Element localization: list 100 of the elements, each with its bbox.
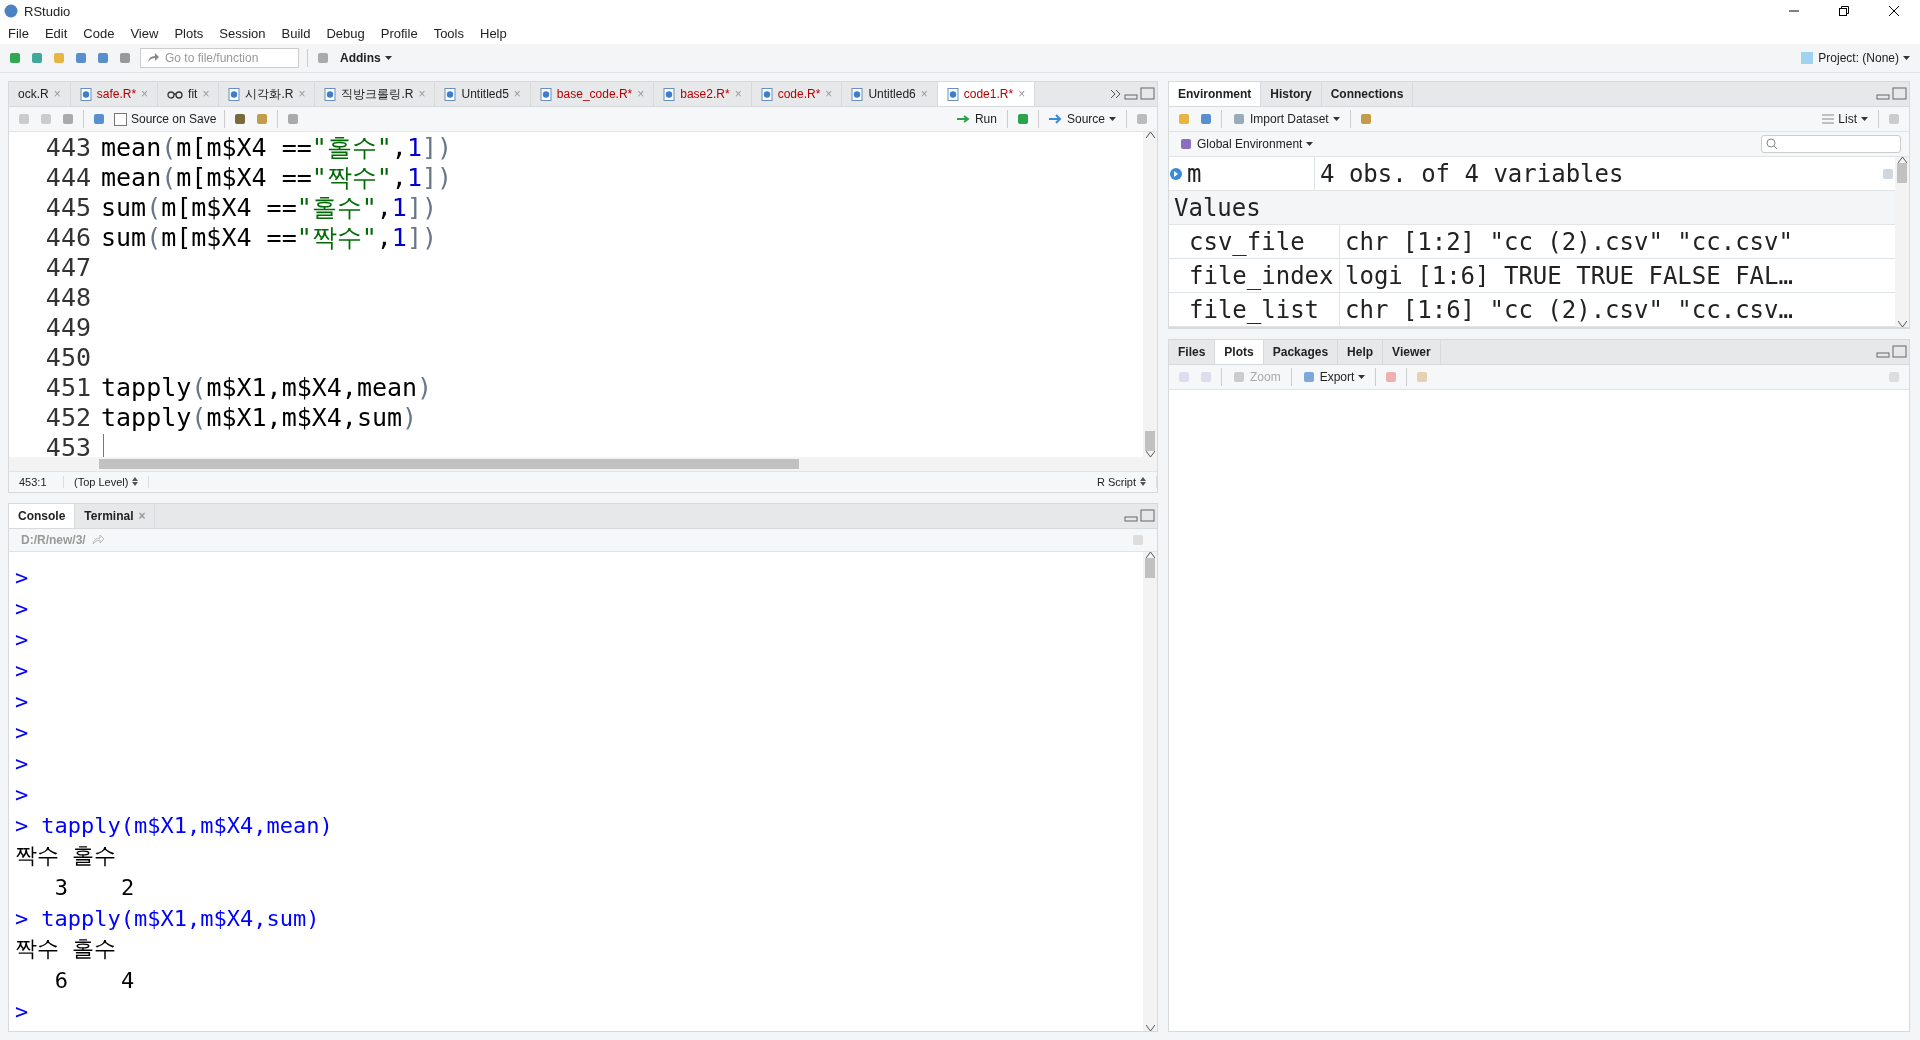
scroll-down-icon[interactable] [1145, 450, 1155, 457]
list-icon [1822, 114, 1835, 124]
menu-item[interactable]: Edit [44, 25, 68, 41]
line-number: 448 [44, 282, 92, 312]
code-line: mean(m[m$X4 =="짝수",1]) [101, 161, 453, 194]
console-prompt: > [15, 595, 29, 621]
variable-value: chr [1:2] "cc (2).csv" "cc.csv" [1344, 227, 1794, 256]
console-command: tapply(m$X1,m$X4,mean) [41, 812, 333, 838]
line-number: 452 [44, 402, 92, 432]
project-button[interactable]: Project: (None) [1798, 51, 1912, 65]
app-logo-icon [4, 4, 18, 18]
script-file-icon [851, 87, 864, 101]
expand-icon[interactable] [1169, 166, 1183, 181]
script-file-icon [324, 87, 337, 101]
menu-item[interactable]: View [130, 25, 159, 41]
arrow-icon[interactable] [91, 534, 104, 545]
menu-item[interactable]: Code [83, 25, 115, 41]
close-icon[interactable] [1889, 6, 1899, 16]
menu-item[interactable]: Build [281, 25, 311, 41]
scroll-up-icon[interactable] [1897, 157, 1907, 163]
view-mode-button[interactable]: List [1820, 112, 1870, 126]
source-button[interactable]: Source [1046, 112, 1118, 126]
cursor-position: 453:1 [9, 475, 64, 488]
scroll-down-icon[interactable] [1145, 1025, 1155, 1031]
file-tab[interactable]: code1.R* × [937, 82, 1036, 106]
updown-icon [132, 476, 139, 486]
line-number: 451 [44, 372, 92, 402]
run-button[interactable]: Run [954, 112, 999, 126]
script-file-icon [444, 87, 457, 101]
variable-name: file_index [1189, 261, 1334, 290]
variable-name: file_list [1189, 295, 1320, 324]
line-number: 445 [44, 192, 92, 222]
scope-selector[interactable]: (Top Level) [64, 475, 150, 488]
pane-tab[interactable]: Plots [1215, 340, 1264, 364]
menu-item[interactable]: Tools [433, 25, 464, 41]
menu-item[interactable]: Debug [326, 25, 365, 41]
scroll-up-icon[interactable] [1145, 132, 1155, 138]
console-output: 짝수 홀수 [15, 935, 117, 964]
scrollbar[interactable] [1143, 132, 1157, 457]
checkbox[interactable] [114, 112, 127, 126]
console-output: 6 4 [53, 967, 135, 993]
script-file-icon [760, 87, 773, 101]
environment-selector[interactable]: Global Environment [1177, 137, 1316, 151]
caret-icon [1332, 117, 1340, 121]
scrollbar[interactable] [9, 456, 1157, 471]
line-number: 447 [44, 252, 92, 282]
arrow-icon [956, 115, 971, 123]
variable-value: 4 obs. of 4 variables [1319, 159, 1625, 188]
menu-item[interactable]: Plots [174, 25, 204, 41]
script-file-icon [946, 87, 959, 101]
code-line: sum(m[m$X4 =="홀수",1]) [101, 191, 438, 224]
variable-value: chr [1:6] "cc (2).csv" "cc.csv… [1344, 295, 1794, 324]
restore-icon[interactable] [1839, 6, 1849, 16]
arrow-icon [147, 53, 159, 63]
menu-item[interactable]: File [8, 25, 29, 41]
code-line: mean(m[m$X4 =="홀수",1]) [101, 132, 453, 164]
scrollbar-thumb[interactable] [99, 458, 799, 469]
console-tab[interactable]: Console [9, 503, 76, 528]
console-command: tapply(m$X1,m$X4,sum) [41, 905, 320, 931]
export-button[interactable]: Export [1299, 370, 1368, 384]
line-number: 449 [44, 312, 92, 342]
scrollbar-thumb[interactable] [1897, 163, 1907, 183]
variable-value: logi [1:6] TRUE TRUE FALSE FAL… [1344, 261, 1794, 290]
glasses-icon [167, 89, 184, 99]
console-prompt: > [15, 657, 29, 683]
pane-tab[interactable]: Environment [1169, 82, 1262, 106]
scroll-down-icon[interactable] [1897, 321, 1907, 327]
section-header: Values [1173, 193, 1261, 222]
search-field[interactable] [1761, 135, 1901, 153]
arrow-icon [1048, 114, 1063, 124]
line-number: 453 [44, 432, 92, 457]
console-prompt: > [15, 564, 29, 590]
scrollbar-thumb[interactable] [1145, 557, 1155, 578]
line-number: 443 [44, 132, 92, 162]
console-prompt: > [15, 998, 29, 1024]
variable-name: csv_file [1189, 227, 1305, 256]
scroll-up-icon[interactable] [1145, 551, 1155, 558]
scrollbar[interactable] [1143, 551, 1157, 1031]
console-prompt: > [15, 688, 29, 714]
caret-icon [384, 56, 392, 60]
scrollbar-thumb[interactable] [1145, 430, 1155, 451]
file-type-selector[interactable]: R Script [1086, 475, 1157, 488]
console-output: 짝수 홀수 [15, 842, 117, 871]
code-line: sum(m[m$X4 =="짝수",1]) [101, 221, 438, 254]
menu-item[interactable]: Session [219, 25, 266, 41]
import-dataset-button[interactable]: Import Dataset [1230, 112, 1342, 126]
menu-item[interactable]: Profile [380, 25, 418, 41]
console-prompt: > [15, 812, 29, 838]
window-title: RStudio [24, 3, 72, 19]
variable-name: m [1187, 159, 1202, 188]
caret-icon [1306, 142, 1314, 146]
code-line: tapply(m$X1,m$X4,sum) [101, 402, 418, 432]
menu-item[interactable]: Help [480, 25, 507, 41]
console-prompt: > [15, 626, 29, 652]
script-file-icon [539, 87, 552, 101]
caret-icon [1861, 117, 1868, 121]
scrollbar[interactable] [1895, 157, 1909, 327]
console-output: 3 2 [53, 874, 135, 900]
addins-button[interactable]: Addins [338, 51, 394, 65]
script-file-icon [663, 87, 676, 101]
